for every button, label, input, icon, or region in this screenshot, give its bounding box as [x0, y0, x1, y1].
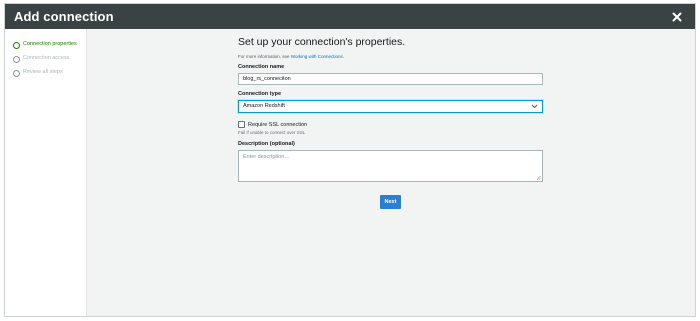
step-review-all-steps[interactable]: Review all steps	[5, 67, 86, 81]
info-prefix: For more information, see	[238, 54, 291, 59]
next-button-container: Next	[238, 195, 543, 209]
step-label: Connection properties	[23, 41, 77, 47]
working-with-connections-link[interactable]: Working with Connections.	[291, 54, 344, 59]
require-ssl-label: Require SSL connection	[248, 121, 308, 128]
main-panel: Set up your connection's properties. For…	[87, 29, 695, 316]
step-status-icon	[13, 70, 20, 77]
step-status-icon	[13, 42, 20, 49]
require-ssl-row[interactable]: Require SSL connection	[238, 121, 543, 128]
description-textarea[interactable]: Enter description...	[238, 150, 543, 182]
ssl-hint: Fail if unable to connect over SSL	[238, 130, 306, 135]
close-icon[interactable]	[669, 9, 685, 25]
dialog-title: Add connection	[14, 9, 114, 24]
connection-type-select[interactable]: Amazon Redshift	[238, 100, 543, 113]
chevron-down-icon	[530, 103, 538, 111]
add-connection-dialog: Add connection Connection properties Con…	[4, 3, 696, 317]
step-status-icon	[13, 56, 20, 63]
step-label: Connection access	[23, 55, 70, 61]
require-ssl-checkbox[interactable]	[238, 121, 245, 128]
connection-type-value: Amazon Redshift	[243, 103, 285, 109]
wizard-steps-sidebar: Connection properties Connection access …	[5, 29, 87, 316]
description-placeholder: Enter description...	[243, 154, 289, 160]
step-connection-properties[interactable]: Connection properties	[5, 39, 86, 53]
next-button[interactable]: Next	[380, 195, 401, 209]
page-title: Set up your connection's properties.	[238, 36, 406, 48]
resize-handle-icon[interactable]	[536, 175, 541, 180]
step-connection-access[interactable]: Connection access	[5, 53, 86, 67]
connection-type-label: Connection type	[238, 91, 282, 97]
connection-properties-form: Set up your connection's properties. For…	[238, 36, 543, 209]
info-text: For more information, see Working with C…	[238, 54, 543, 59]
connection-name-input[interactable]: blog_rs_conneciton	[238, 73, 543, 85]
description-label: Description (optional)	[238, 141, 295, 147]
dialog-header: Add connection	[5, 4, 695, 29]
step-label: Review all steps	[23, 69, 63, 75]
connection-name-label: Connection name	[238, 64, 285, 70]
